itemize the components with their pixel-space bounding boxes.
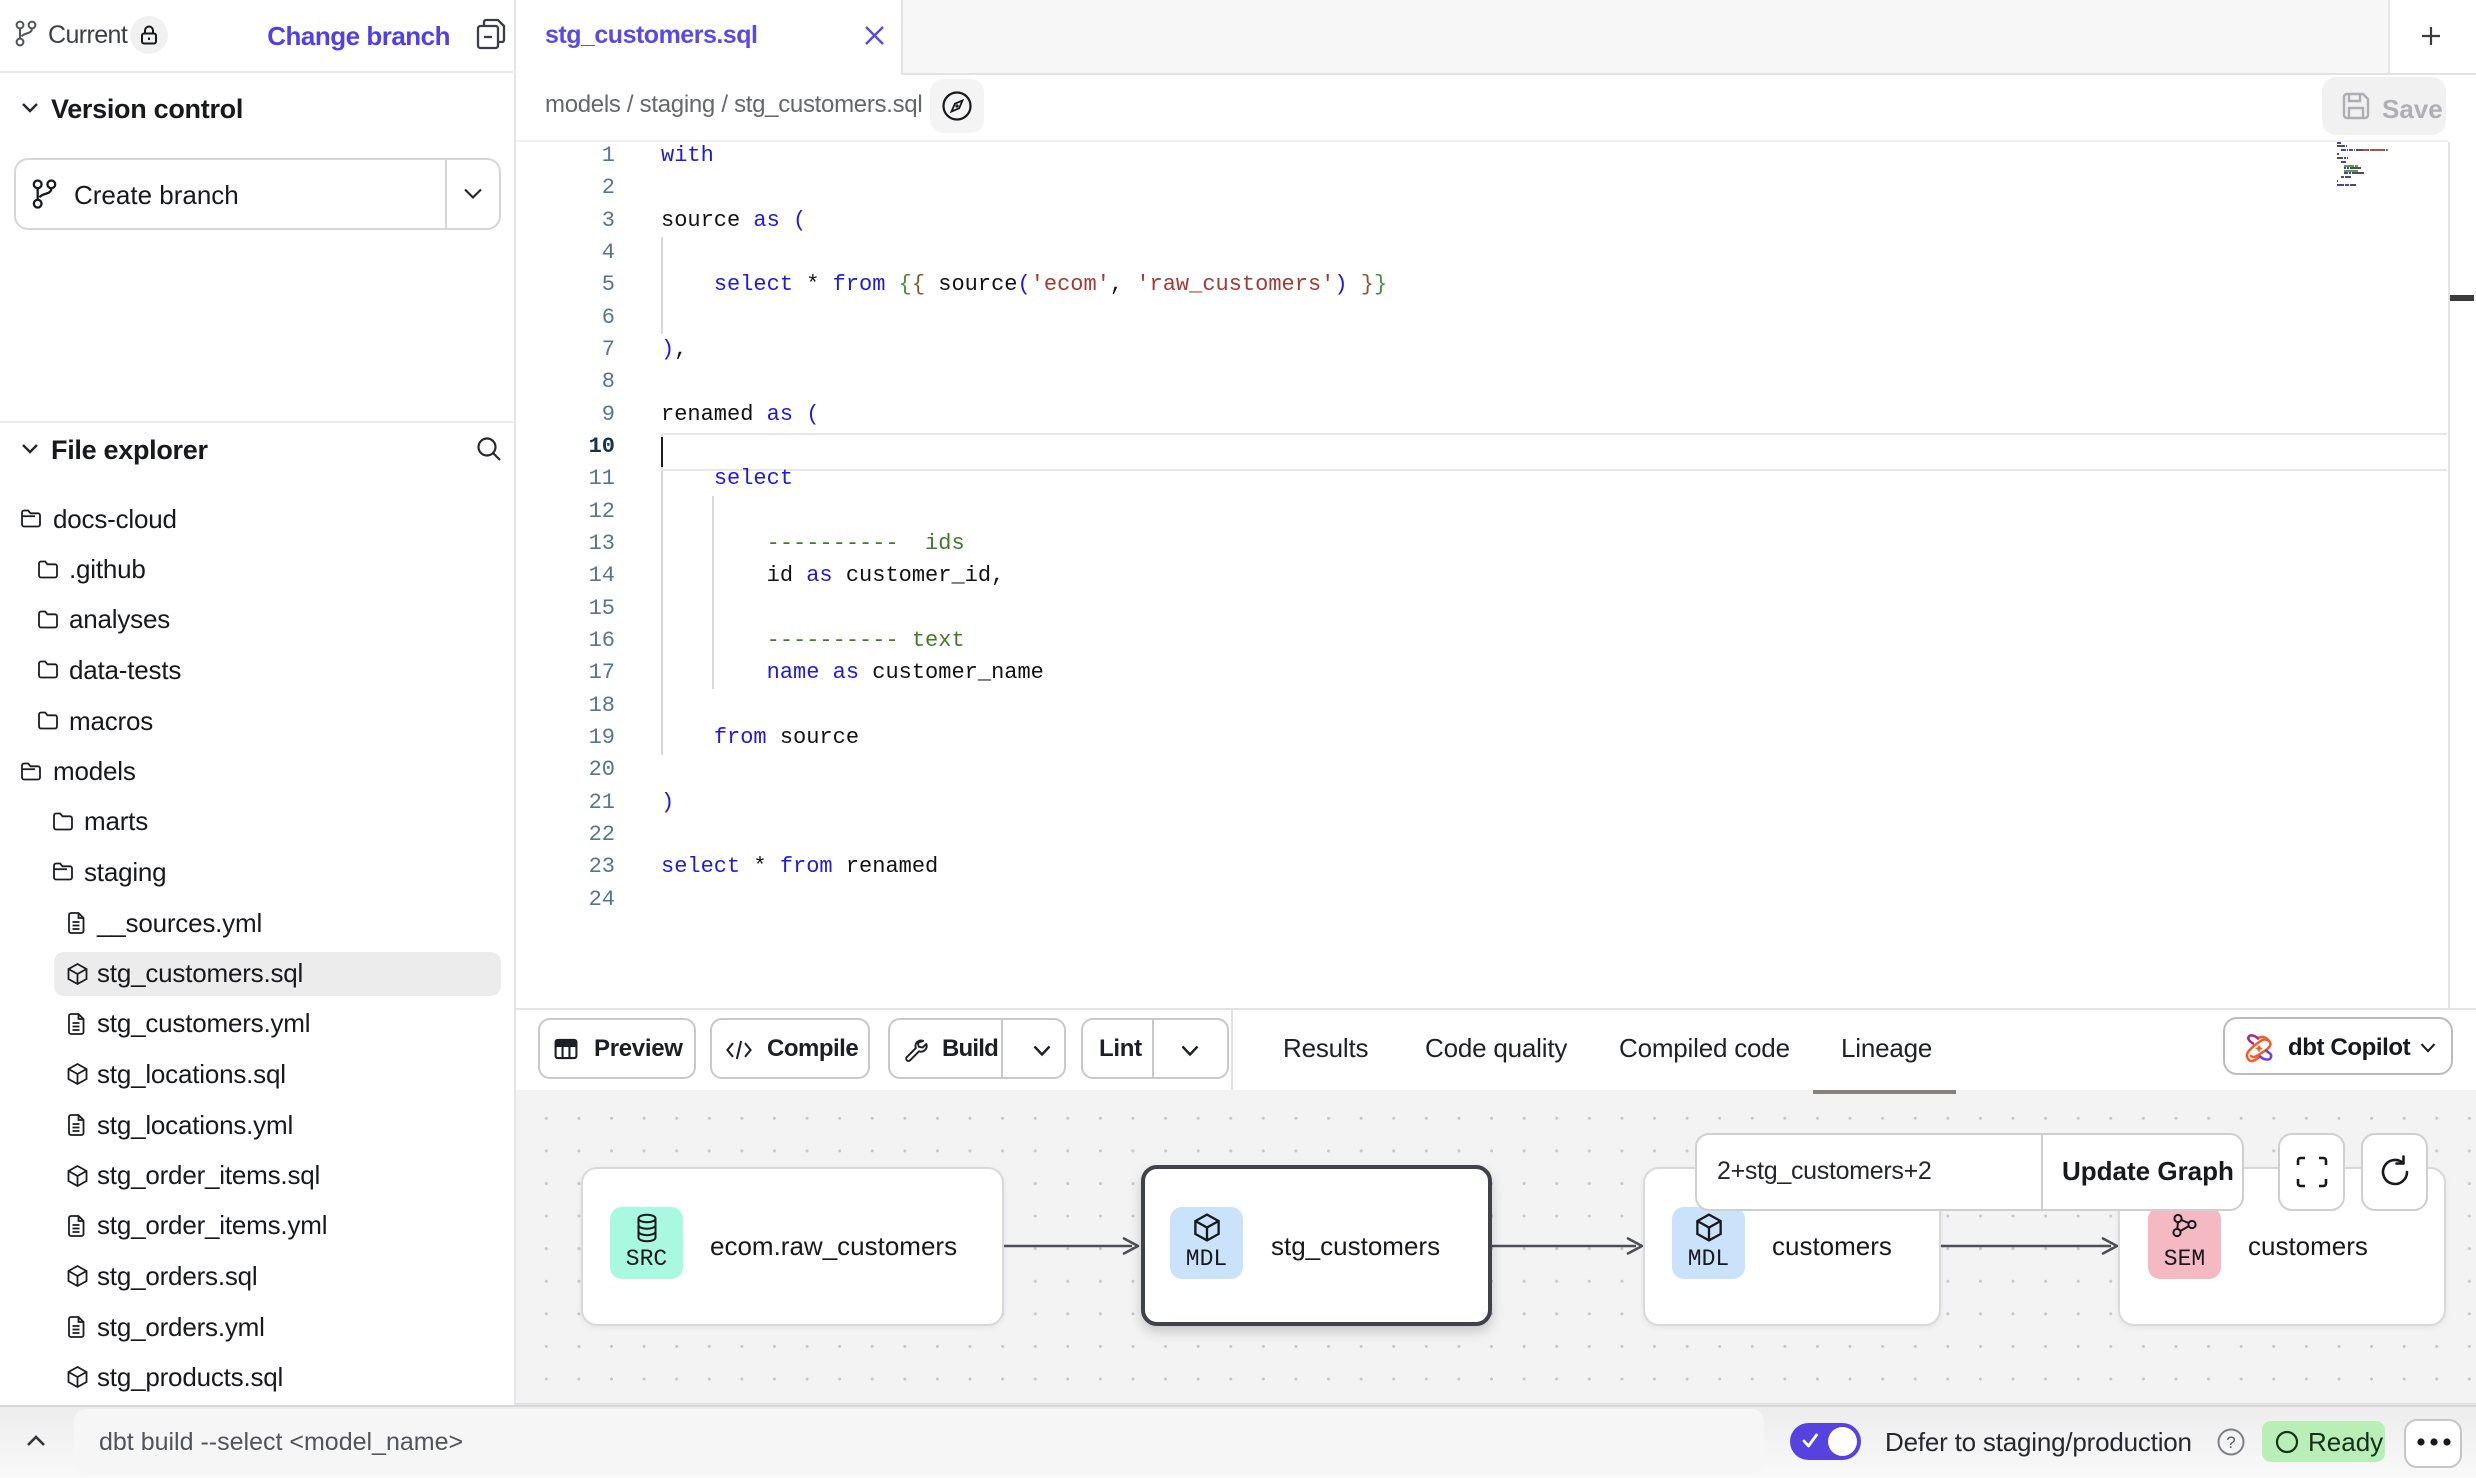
svg-text:?: ? [2226,1433,2235,1452]
